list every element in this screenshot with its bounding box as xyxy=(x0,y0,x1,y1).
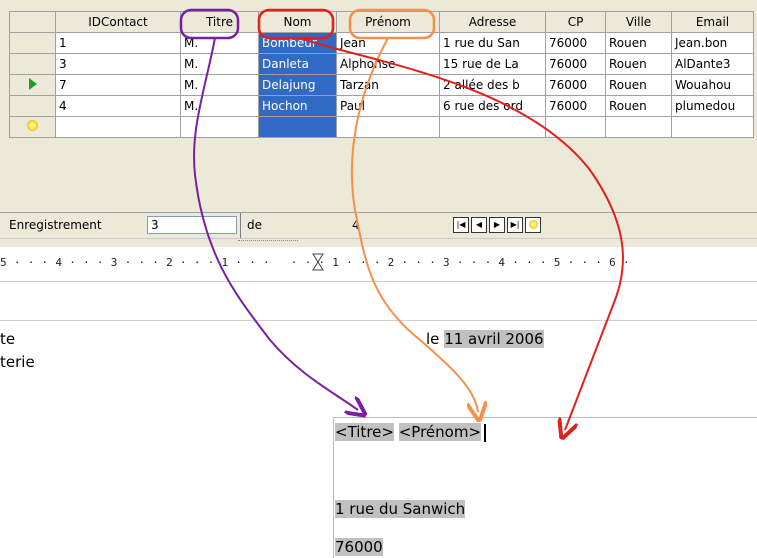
new-record-button[interactable] xyxy=(525,217,541,233)
column-header-cp[interactable]: CP xyxy=(545,11,606,33)
table-cell[interactable]: Rouen xyxy=(605,74,672,96)
table-cell[interactable] xyxy=(545,116,606,138)
datasource-table: IDContact Titre Nom Prénom Adresse CP Vi… xyxy=(9,11,754,138)
table-cell[interactable]: Rouen xyxy=(605,95,672,117)
table-cell[interactable]: Delajung xyxy=(258,74,337,96)
salutation-line: <Titre> <Prénom> xyxy=(335,423,487,442)
text-fragment: te xyxy=(0,330,16,348)
table-cell[interactable]: Bombeur xyxy=(258,32,337,54)
table-cell[interactable] xyxy=(258,116,337,138)
next-record-icon: ▶ xyxy=(493,220,501,229)
record-navigation-bar: Enregistrement 3 de 4 |◀ ◀ ▶ ▶| xyxy=(0,212,757,239)
table-row[interactable]: 3 M. Danleta Alphonse 15 rue de La 76000… xyxy=(9,53,754,75)
table-cell[interactable] xyxy=(605,116,672,138)
date-field[interactable]: 11 avril 2006 xyxy=(444,330,544,348)
table-row[interactable]: 4 M. Hochon Paul 6 rue des ord 76000 Rou… xyxy=(9,95,754,117)
record-number-input[interactable]: 3 xyxy=(147,216,237,234)
table-cell[interactable]: M. xyxy=(180,74,259,96)
next-record-button[interactable]: ▶ xyxy=(489,217,505,233)
document-page[interactable]: te terie le 11 avril 2006 <Titre> <Préno… xyxy=(0,282,757,558)
cp-field[interactable]: 76000 xyxy=(335,538,383,556)
table-cell[interactable] xyxy=(671,116,754,138)
horizontal-ruler[interactable]: 5 · · · 4 · · · 3 · · · 2 · · · 1 · · · … xyxy=(0,247,757,282)
pane-splitter[interactable] xyxy=(0,238,757,247)
table-cell[interactable]: 76000 xyxy=(545,53,606,75)
previous-record-button[interactable]: ◀ xyxy=(471,217,487,233)
indent-marker-icon[interactable] xyxy=(312,253,324,271)
current-row-arrow-icon xyxy=(28,77,37,90)
row-header-current[interactable] xyxy=(9,74,56,96)
text-boundary-line xyxy=(0,320,757,321)
corner-cell[interactable] xyxy=(9,11,56,33)
text-cursor xyxy=(484,423,487,442)
first-record-button[interactable]: |◀ xyxy=(453,217,469,233)
column-header-ville[interactable]: Ville xyxy=(605,11,672,33)
column-header-titre[interactable]: Titre xyxy=(180,11,259,33)
address-field[interactable]: 1 rue du Sanwich xyxy=(335,500,466,518)
new-record-icon xyxy=(528,220,538,229)
table-cell[interactable]: Hochon xyxy=(258,95,337,117)
table-cell[interactable]: M. xyxy=(180,32,259,54)
table-row[interactable]: 1 M. Bombeur Jean 1 rue du San 76000 Rou… xyxy=(9,32,754,54)
text-fragment: terie xyxy=(0,353,35,371)
table-cell[interactable]: 76000 xyxy=(545,32,606,54)
last-record-button[interactable]: ▶| xyxy=(507,217,523,233)
table-cell[interactable] xyxy=(439,116,546,138)
last-record-icon: ▶| xyxy=(510,220,520,229)
table-cell[interactable]: Jean xyxy=(336,32,440,54)
table-cell[interactable]: 6 rue des ord xyxy=(439,95,546,117)
table-cell[interactable]: Wouahou xyxy=(671,74,754,96)
datasource-grid-area: IDContact Titre Nom Prénom Adresse CP Vi… xyxy=(0,0,757,212)
table-cell[interactable]: 2 allée des b xyxy=(439,74,546,96)
previous-record-icon: ◀ xyxy=(475,220,483,229)
new-record-row[interactable] xyxy=(9,116,754,138)
column-header-nom[interactable]: Nom xyxy=(258,11,337,33)
divider xyxy=(240,213,241,239)
table-cell[interactable]: Tarzan xyxy=(336,74,440,96)
date-line: le 11 avril 2006 xyxy=(426,330,544,348)
column-header-idcontact[interactable]: IDContact xyxy=(55,11,181,33)
new-record-star-icon xyxy=(27,120,38,131)
splitter-grip[interactable] xyxy=(238,240,298,245)
table-cell[interactable]: 3 xyxy=(55,53,181,75)
table-cell[interactable]: Danleta xyxy=(258,53,337,75)
table-cell[interactable]: Rouen xyxy=(605,32,672,54)
row-header[interactable] xyxy=(9,95,56,117)
table-cell[interactable]: 1 rue du San xyxy=(439,32,546,54)
row-header[interactable] xyxy=(9,32,56,54)
table-cell[interactable]: 4 xyxy=(55,95,181,117)
table-cell[interactable] xyxy=(336,116,440,138)
table-cell[interactable]: M. xyxy=(180,53,259,75)
table-cell[interactable]: 15 rue de La xyxy=(439,53,546,75)
new-row-header[interactable] xyxy=(9,116,56,138)
first-record-icon: |◀ xyxy=(456,220,466,229)
row-header[interactable] xyxy=(9,53,56,75)
table-cell[interactable] xyxy=(180,116,259,138)
table-cell[interactable] xyxy=(55,116,181,138)
column-header-email[interactable]: Email xyxy=(671,11,754,33)
column-header-prenom[interactable]: Prénom xyxy=(336,11,440,33)
table-cell[interactable]: AlDante3 xyxy=(671,53,754,75)
prenom-field[interactable]: <Prénom> xyxy=(398,423,482,441)
date-prefix: le xyxy=(426,330,440,348)
table-cell[interactable]: plumedou xyxy=(671,95,754,117)
table-row[interactable]: 7 M. Delajung Tarzan 2 allée des b 76000… xyxy=(9,74,754,96)
table-cell[interactable]: 1 xyxy=(55,32,181,54)
record-label: Enregistrement xyxy=(9,218,102,232)
table-cell[interactable]: 7 xyxy=(55,74,181,96)
table-cell[interactable]: M. xyxy=(180,95,259,117)
table-cell[interactable]: 76000 xyxy=(545,95,606,117)
titre-field[interactable]: <Titre> xyxy=(335,423,394,441)
table-cell[interactable]: Paul xyxy=(336,95,440,117)
of-label: de xyxy=(247,218,262,232)
table-cell[interactable]: 76000 xyxy=(545,74,606,96)
column-header-adresse[interactable]: Adresse xyxy=(439,11,546,33)
table-cell[interactable]: Alphonse xyxy=(336,53,440,75)
record-total: 4 xyxy=(352,218,360,232)
table-cell[interactable]: Jean.bon xyxy=(671,32,754,54)
table-cell[interactable]: Rouen xyxy=(605,53,672,75)
